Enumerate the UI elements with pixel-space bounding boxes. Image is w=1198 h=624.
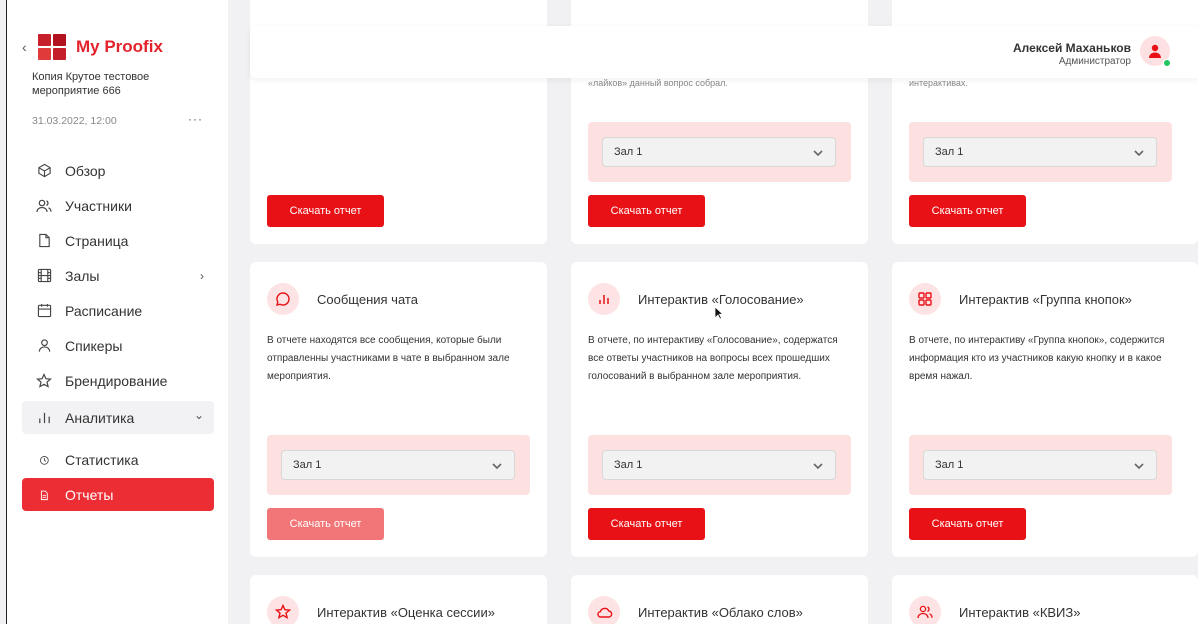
sidebar-item-schedule[interactable]: Расписание	[22, 294, 214, 327]
sidebar-item-halls[interactable]: Залы ›	[22, 259, 214, 292]
hall-select-box: Зал 1	[909, 122, 1172, 182]
hall-select-value: Зал 1	[935, 146, 964, 158]
card-description: В отчете, по интерактиву «Группа кнопок»…	[909, 335, 1165, 382]
sidebar: ‹ My Proofix Копия Крутое тестовое мероп…	[7, 0, 228, 624]
sidebar-item-label: Спикеры	[65, 337, 123, 354]
chat-icon	[267, 283, 299, 315]
user-icon	[36, 338, 52, 354]
download-report-button[interactable]: Скачать отчет	[909, 195, 1026, 227]
download-report-button[interactable]: Скачать отчет	[909, 508, 1026, 540]
card-description: В отчете находятся все сообщения, которы…	[267, 335, 510, 382]
hall-select-box: Зал 1	[588, 435, 851, 495]
sidebar-item-label: Залы	[65, 267, 100, 284]
hall-select-value: Зал 1	[935, 459, 964, 471]
report-card-word-cloud: Интерактив «Облако слов»	[571, 575, 868, 624]
card-title: Интерактив «Облако слов»	[638, 605, 803, 620]
card-title: Интерактив «Оценка сессии»	[317, 605, 495, 620]
hall-select-box: Зал 1	[909, 435, 1172, 495]
report-card-session-rating: Интерактив «Оценка сессии»	[250, 575, 547, 624]
event-name: Копия Крутое тестовое мероприятие 666	[32, 71, 150, 97]
card-title: Сообщения чата	[317, 292, 418, 307]
sidebar-item-label: Обзор	[65, 162, 106, 179]
clock-icon	[38, 454, 49, 465]
chevron-down-icon	[1134, 463, 1144, 470]
sidebar-item-reports[interactable]: Отчеты	[22, 478, 214, 511]
card-description: «лайков» данный вопрос собрал.	[588, 78, 728, 88]
hall-select-box: Зал 1	[588, 122, 851, 182]
hall-select[interactable]: Зал 1	[602, 450, 836, 480]
card-description: В отчете, по интерактиву «Голосование», …	[588, 335, 838, 382]
sidebar-item-participants[interactable]: Участники	[22, 189, 214, 222]
download-report-button[interactable]: Скачать отчет	[267, 508, 384, 540]
chevron-down-icon	[492, 463, 502, 470]
users-icon	[36, 198, 52, 214]
film-icon	[36, 268, 52, 284]
avatar[interactable]	[1140, 36, 1171, 67]
sidebar-item-branding[interactable]: Брендирование	[22, 364, 214, 397]
hall-select[interactable]: Зал 1	[923, 450, 1157, 480]
sidebar-item-label: Статистика	[65, 451, 139, 468]
document-icon	[38, 489, 49, 500]
card-title: Интерактив «КВИЗ»	[959, 605, 1081, 620]
star-icon	[267, 596, 299, 624]
sidebar-item-label: Расписание	[65, 302, 143, 319]
sidebar-item-label: Отчеты	[65, 486, 114, 503]
sidebar-item-statistics[interactable]: Статистика	[22, 443, 214, 476]
logo-icon	[38, 34, 66, 60]
download-report-button[interactable]: Скачать отчет	[588, 508, 705, 540]
event-date: 31.03.2022, 12:00	[32, 115, 117, 127]
sidebar-item-speakers[interactable]: Спикеры	[22, 329, 214, 362]
grid-icon	[909, 283, 941, 315]
bar-chart-icon	[588, 283, 620, 315]
online-status-indicator	[1163, 59, 1171, 67]
star-icon	[36, 372, 52, 389]
file-icon	[36, 233, 52, 249]
top-bar: Алексей Маханьков Администратор	[250, 26, 1198, 78]
sidebar-item-label: Аналитика	[65, 409, 135, 426]
hall-select-value: Зал 1	[293, 459, 322, 471]
chevron-down-icon	[813, 463, 823, 470]
sidebar-item-label: Страница	[65, 232, 129, 249]
back-chevron-icon[interactable]: ‹	[22, 39, 36, 55]
chevron-down-icon: ⌄	[193, 408, 204, 422]
event-menu-button[interactable]: ···	[188, 112, 203, 126]
brand-name: My Proofix	[76, 37, 163, 56]
report-card-chat: Сообщения чата В отчете находятся все со…	[250, 262, 547, 557]
report-card-quiz: Интерактив «КВИЗ»	[892, 575, 1198, 624]
hall-select[interactable]: Зал 1	[923, 137, 1157, 167]
user-icon	[1149, 44, 1161, 58]
report-card-button-group: Интерактив «Группа кнопок» В отчете, по …	[892, 262, 1198, 557]
user-name: Алексей Маханьков	[1012, 41, 1131, 55]
users-icon	[909, 596, 941, 624]
brand: ‹ My Proofix	[22, 34, 163, 60]
sidebar-item-page[interactable]: Страница	[22, 224, 214, 257]
hall-select[interactable]: Зал 1	[281, 450, 515, 480]
chevron-down-icon	[813, 150, 823, 157]
hall-select[interactable]: Зал 1	[602, 137, 836, 167]
sidebar-item-label: Брендирование	[65, 372, 168, 389]
bar-chart-icon	[36, 410, 52, 426]
sidebar-item-analytics[interactable]: Аналитика ⌄	[22, 401, 214, 434]
hall-select-value: Зал 1	[614, 146, 643, 158]
user-role: Администратор	[1058, 56, 1131, 67]
chevron-down-icon	[1134, 150, 1144, 157]
chevron-right-icon: ›	[200, 268, 204, 283]
sidebar-item-label: Участники	[65, 197, 132, 214]
download-report-button[interactable]: Скачать отчет	[588, 195, 705, 227]
hall-select-box: Зал 1	[267, 435, 530, 495]
card-description: интерактивах.	[909, 78, 968, 88]
card-title: Интерактив «Группа кнопок»	[959, 292, 1132, 307]
hall-select-value: Зал 1	[614, 459, 643, 471]
cloud-icon	[588, 596, 620, 624]
download-report-button[interactable]: Скачать отчет	[267, 195, 384, 227]
calendar-icon	[36, 303, 52, 319]
mouse-cursor-icon	[714, 306, 724, 320]
card-title: Интерактив «Голосование»	[638, 292, 804, 307]
cube-icon	[36, 163, 52, 179]
sidebar-item-overview[interactable]: Обзор	[22, 154, 214, 187]
